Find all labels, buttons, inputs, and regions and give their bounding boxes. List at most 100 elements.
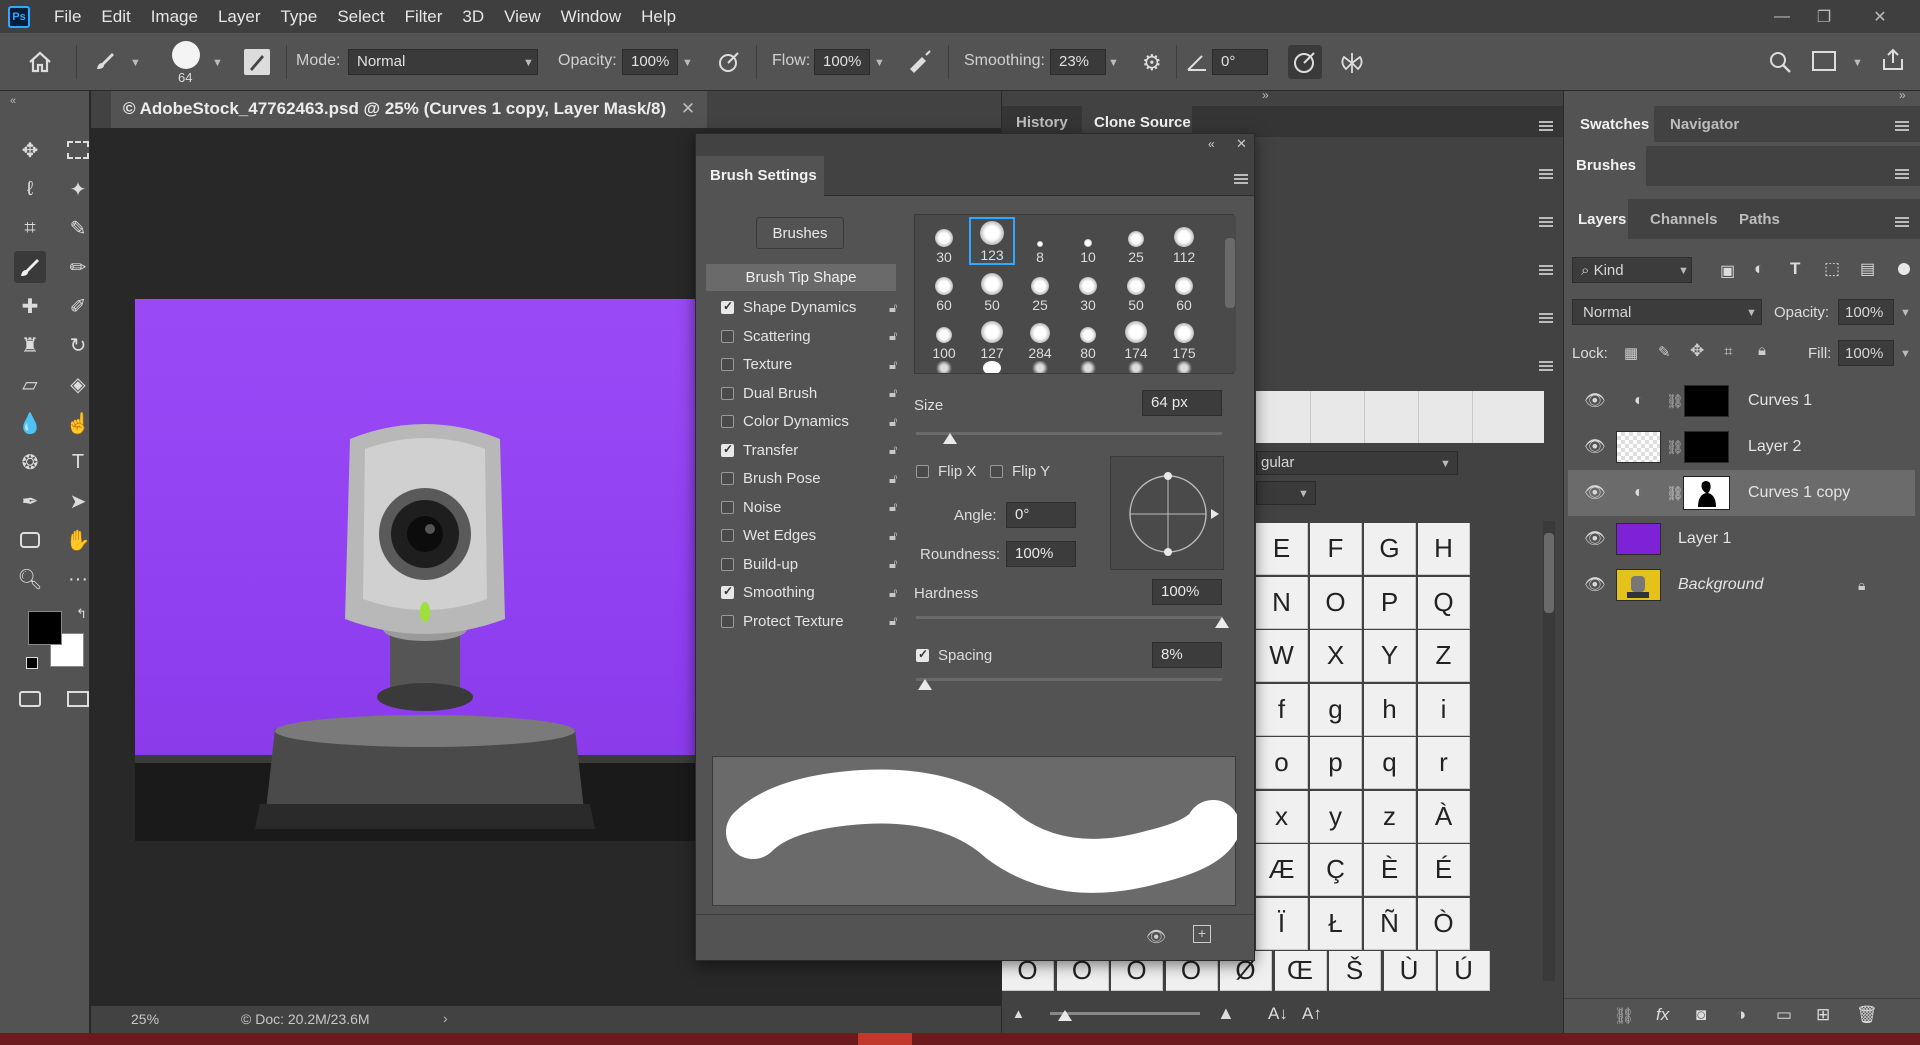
glyph-cell[interactable]: x (1256, 790, 1308, 843)
chevron-down-icon[interactable]: ▼ (1108, 57, 1119, 69)
brush-tip-icon[interactable] (1031, 361, 1049, 373)
glyph-cell[interactable]: Š (1329, 951, 1381, 991)
panel-menu-icon[interactable] (1539, 313, 1553, 323)
foreground-color-swatch[interactable] (28, 611, 62, 645)
brush-tip-item[interactable]: 30 (1065, 265, 1111, 313)
link-icon[interactable]: ⛓ (1666, 393, 1684, 410)
layer-filter-select[interactable]: ⌕ Kind (1572, 257, 1692, 283)
minimize-icon[interactable]: — (1762, 0, 1802, 33)
brush-option-build-up[interactable]: Build-up 🔓︎ (721, 551, 903, 578)
marquee-tool-icon[interactable] (62, 134, 94, 166)
add-mask-icon[interactable]: ◙ (1696, 1005, 1706, 1025)
tab-history[interactable]: History (1016, 114, 1068, 131)
sponge-tool-icon[interactable]: ❂ (14, 446, 46, 478)
unlock-icon[interactable]: 🔓︎ (889, 385, 903, 401)
glyph-cell[interactable]: g (1310, 683, 1362, 736)
layer-row-layer-2[interactable]: 👁︎ ⛓ Layer 2 (1568, 424, 1915, 470)
glyph-cell[interactable]: N (1256, 576, 1308, 629)
tab-layers[interactable]: Layers (1578, 211, 1626, 228)
zoom-level[interactable]: 25% (131, 1011, 159, 1027)
lasso-tool-icon[interactable]: ℓ (14, 173, 46, 205)
glyph-size-slider[interactable] (1050, 1012, 1200, 1015)
glyph-size-thumb[interactable] (1058, 1010, 1072, 1021)
unlock-icon[interactable]: 🔓︎ (889, 328, 903, 344)
brush-tip-icon[interactable] (1079, 361, 1097, 373)
pencil-tool-icon[interactable]: ✏ (62, 251, 94, 283)
font-style-select[interactable]: gular (1256, 451, 1458, 475)
layer-thumbnail[interactable] (1616, 569, 1661, 601)
menu-3d[interactable]: 3D (452, 7, 494, 27)
paint-bucket-tool-icon[interactable]: ◈ (62, 368, 94, 400)
lock-transparent-icon[interactable]: ▦ (1624, 344, 1638, 362)
type-tool-icon[interactable]: T (62, 446, 94, 478)
brushes-button[interactable]: Brushes (756, 217, 844, 249)
fx-icon[interactable]: fx (1656, 1005, 1669, 1025)
unlock-icon[interactable]: 🔓︎ (889, 528, 903, 544)
unlock-icon[interactable]: 🔓︎ (889, 499, 903, 515)
checkbox[interactable] (721, 299, 734, 314)
pressure-size-icon[interactable] (1288, 45, 1322, 79)
brush-tip-item[interactable]: 284 (1017, 313, 1063, 361)
brush-tip-item[interactable]: 174 (1113, 313, 1159, 361)
close-icon[interactable]: ✕ (1860, 0, 1900, 33)
unlock-icon[interactable]: 🔓︎ (889, 414, 903, 430)
glyph-cell[interactable]: p (1310, 737, 1362, 789)
glyph-cell[interactable]: Ï (1256, 897, 1308, 950)
spacing-slider-thumb[interactable] (918, 679, 933, 690)
tab-brush-settings[interactable]: Brush Settings (696, 156, 824, 197)
brush-tip-item[interactable]: 175 (1161, 313, 1207, 361)
document-tab[interactable]: © AdobeStock_47762463.psd @ 25% (Curves … (111, 91, 708, 128)
hardness-input[interactable]: 100% (1152, 579, 1222, 605)
unlock-icon[interactable]: 🔓︎ (889, 357, 903, 373)
angle-input[interactable]: 0° (1212, 49, 1268, 75)
glyph-scrollbar[interactable] (1543, 521, 1555, 981)
glyph-cell[interactable]: z (1364, 790, 1416, 843)
brush-tip-item[interactable]: 60 (921, 265, 967, 313)
chevron-right-icon[interactable]: › (443, 1010, 448, 1026)
fill-input[interactable]: 100% (1838, 340, 1894, 366)
glyph-cell[interactable]: P (1364, 576, 1416, 629)
brush-tip-icon[interactable] (935, 361, 953, 373)
brush-tip-icon[interactable] (983, 361, 1001, 373)
large-mountain-icon[interactable]: ▲ (1217, 1003, 1235, 1024)
glyph-cell[interactable]: Œ (1274, 951, 1327, 991)
layer-row-curves-1[interactable]: 👁︎ ◐ ⛓ Curves 1 (1568, 378, 1915, 424)
layer-thumbnail[interactable] (1616, 431, 1661, 463)
magic-wand-tool-icon[interactable]: ✦ (62, 173, 94, 205)
checkbox[interactable] (721, 529, 734, 542)
mixer-brush-tool-icon[interactable]: ✐ (62, 290, 94, 322)
brush-tip-item[interactable]: 50 (1113, 265, 1159, 313)
eye-icon[interactable]: 👁︎ (1584, 529, 1606, 549)
new-adjustment-icon[interactable]: ◑ (1736, 1005, 1746, 1025)
spacing-slider[interactable] (916, 678, 1222, 681)
glyph-cell[interactable]: W (1256, 630, 1308, 682)
swap-colors-icon[interactable]: ↰ (76, 606, 87, 622)
history-brush-tool-icon[interactable]: ↻ (62, 329, 94, 361)
symmetry-icon[interactable] (1338, 49, 1366, 77)
filter-adjustment-icon[interactable]: ◐ (1754, 259, 1764, 279)
brush-tip-item[interactable]: 25 (1017, 265, 1063, 313)
unlock-icon[interactable]: 🔓︎ (889, 442, 903, 458)
eyedropper-tool-icon[interactable]: ✎ (62, 212, 94, 244)
brush-tip-item[interactable]: 25 (1113, 217, 1159, 265)
gear-icon[interactable]: ⚙ (1142, 50, 1162, 76)
eye-icon[interactable]: 👁︎ (1584, 483, 1606, 503)
filter-toggle-icon[interactable] (1898, 263, 1910, 275)
glyph-cell[interactable]: È (1364, 844, 1416, 896)
hardness-slider[interactable] (916, 616, 1222, 619)
document-canvas-image[interactable] (135, 299, 695, 841)
unlock-icon[interactable]: 🔓︎ (889, 471, 903, 487)
brush-tip-item[interactable]: 112 (1161, 217, 1207, 265)
chevron-down-icon[interactable]: ▼ (1900, 348, 1911, 360)
restore-icon[interactable]: ❐ (1804, 0, 1844, 33)
checkbox[interactable] (721, 442, 734, 457)
tab-navigator[interactable]: Navigator (1670, 116, 1739, 133)
layer-mask-thumbnail[interactable] (1684, 431, 1729, 463)
layer-mask-thumbnail[interactable] (1684, 385, 1729, 417)
blend-mode-select[interactable]: Normal (1572, 299, 1762, 325)
flip-x-checkbox[interactable]: Flip X (916, 463, 976, 480)
glyph-cell[interactable]: Æ (1256, 844, 1308, 896)
chevron-down-icon[interactable]: ▼ (874, 57, 885, 69)
eye-icon[interactable]: 👁︎ (1584, 391, 1606, 411)
menu-filter[interactable]: Filter (395, 7, 453, 27)
